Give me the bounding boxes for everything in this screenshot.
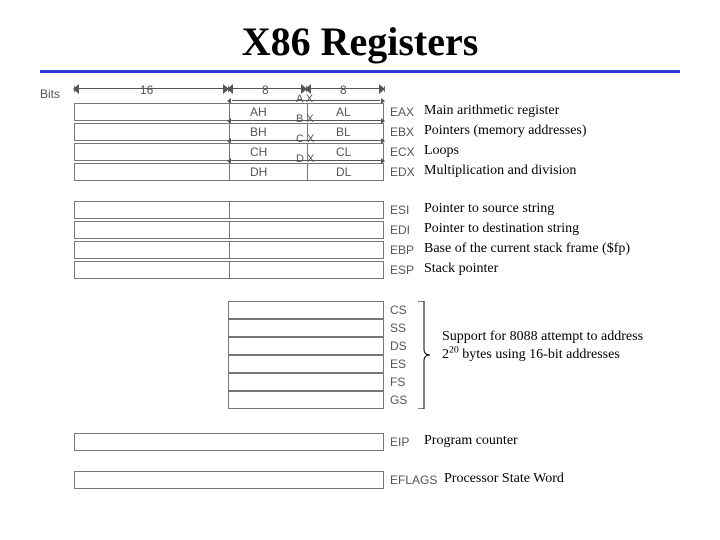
bits-label: Bits: [40, 87, 60, 101]
ss-name: SS: [390, 321, 406, 335]
seg-16: 16: [140, 83, 153, 97]
reg-eip-box: [74, 433, 384, 451]
seg-8b: 8: [340, 83, 347, 97]
esp-desc: Stack pointer: [424, 261, 498, 277]
cl-label: CL: [336, 145, 351, 159]
reg-ebp-box: [74, 241, 384, 259]
fs-name: FS: [390, 375, 405, 389]
reg-esp-box: [74, 261, 384, 279]
eax-name: EAX: [390, 105, 414, 119]
eax-desc: Main arithmetic register: [424, 103, 559, 119]
edi-desc: Pointer to destination string: [424, 221, 579, 237]
dl-label: DL: [336, 165, 351, 179]
cs-name: CS: [390, 303, 407, 317]
reg-eflags-box: [74, 471, 384, 489]
ebx-desc: Pointers (memory addresses): [424, 123, 587, 139]
segment-note-sup: 20: [449, 344, 459, 355]
reg-gs-box: [228, 391, 384, 409]
ebp-desc: Base of the current stack frame ($fp): [424, 241, 630, 257]
segment-note-post: bytes using 16-bit addresses: [459, 347, 620, 362]
reg-fs-box: [228, 373, 384, 391]
reg-esi-box: [74, 201, 384, 219]
bh-label: BH: [250, 125, 267, 139]
diagram: Bits 16 8 8 A X AH AL EAX Main: [40, 83, 680, 533]
ch-label: CH: [250, 145, 267, 159]
bl-label: BL: [336, 125, 351, 139]
edx-name: EDX: [390, 165, 415, 179]
eip-name: EIP: [390, 435, 409, 449]
eip-desc: Program counter: [424, 433, 518, 449]
segment-note: Support for 8088 attempt to address 220 …: [442, 328, 662, 363]
al-label: AL: [336, 105, 351, 119]
edi-name: EDI: [390, 223, 410, 237]
ecx-name: ECX: [390, 145, 415, 159]
dx-label: D X: [296, 153, 314, 165]
ecx-desc: Loops: [424, 143, 459, 159]
reg-ss-box: [228, 319, 384, 337]
seg-8a: 8: [262, 83, 269, 97]
ds-name: DS: [390, 339, 407, 353]
title-rule: [40, 70, 680, 73]
ebp-name: EBP: [390, 243, 414, 257]
brace-icon: [416, 301, 432, 409]
dh-label: DH: [250, 165, 267, 179]
ax-label: A X: [296, 93, 313, 105]
page-title: X86 Registers: [40, 20, 680, 64]
reg-cs-box: [228, 301, 384, 319]
esi-desc: Pointer to source string: [424, 201, 554, 217]
ebx-name: EBX: [390, 125, 414, 139]
esi-name: ESI: [390, 203, 409, 217]
eflags-name: EFLAGS: [390, 473, 437, 487]
reg-edi-box: [74, 221, 384, 239]
es-name: ES: [390, 357, 406, 371]
eflags-desc: Processor State Word: [444, 471, 564, 487]
edx-desc: Multiplication and division: [424, 163, 576, 179]
cx-label: C X: [296, 133, 314, 145]
reg-es-box: [228, 355, 384, 373]
reg-ds-box: [228, 337, 384, 355]
bx-label: B X: [296, 113, 314, 125]
gs-name: GS: [390, 393, 407, 407]
esp-name: ESP: [390, 263, 414, 277]
slide: X86 Registers Bits 16 8 8 A: [0, 0, 720, 540]
ah-label: AH: [250, 105, 267, 119]
